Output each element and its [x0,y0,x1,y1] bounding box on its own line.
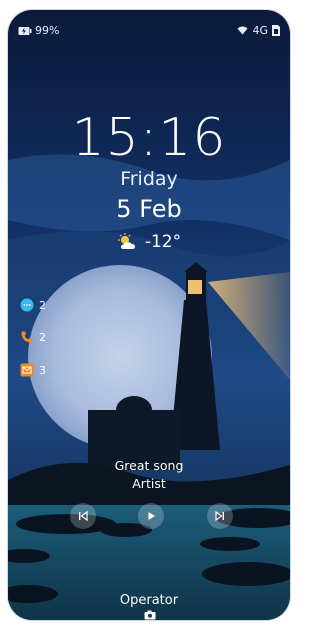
email-icon [20,363,34,377]
temperature: -12° [144,232,182,252]
next-track-button[interactable] [207,503,233,529]
status-bar: 99% 4G [8,10,290,38]
notification-count: 2 [39,330,46,344]
media-title: Great song [114,458,184,473]
previous-track-button[interactable] [70,503,96,529]
media-artist: Artist [132,476,166,491]
camera-icon[interactable] [144,610,156,620]
notification-email[interactable]: 3 [20,363,46,377]
notification-messages[interactable]: 2 [20,298,46,312]
weather-widget: -12° [8,232,290,252]
battery-status: 99% [18,24,59,37]
message-icon [20,298,34,312]
play-icon [148,512,155,520]
clock-day: Friday [120,168,178,190]
battery-percent: 99% [35,24,60,37]
clock-time: 15:16 [71,108,227,168]
notification-count: 3 [39,363,46,377]
operator-name: Operator [119,593,179,608]
play-button[interactable] [138,503,164,529]
phone-icon [21,331,33,343]
partly-sunny-icon [117,233,135,249]
notification-calls[interactable]: 2 [20,330,46,344]
lock-screen: 99% 4G 15:16 Friday 5 Feb -12° 2 2 3 Gre… [8,10,290,620]
notification-count: 2 [39,298,46,312]
clock-date: 5 Feb [116,195,182,223]
next-icon [215,510,224,522]
sim-icon [272,25,280,36]
battery-charging-icon [18,26,32,35]
network-type: 4G [252,24,268,37]
previous-icon [79,510,88,522]
wifi-icon [237,26,248,35]
network-status: 4G [237,24,280,37]
